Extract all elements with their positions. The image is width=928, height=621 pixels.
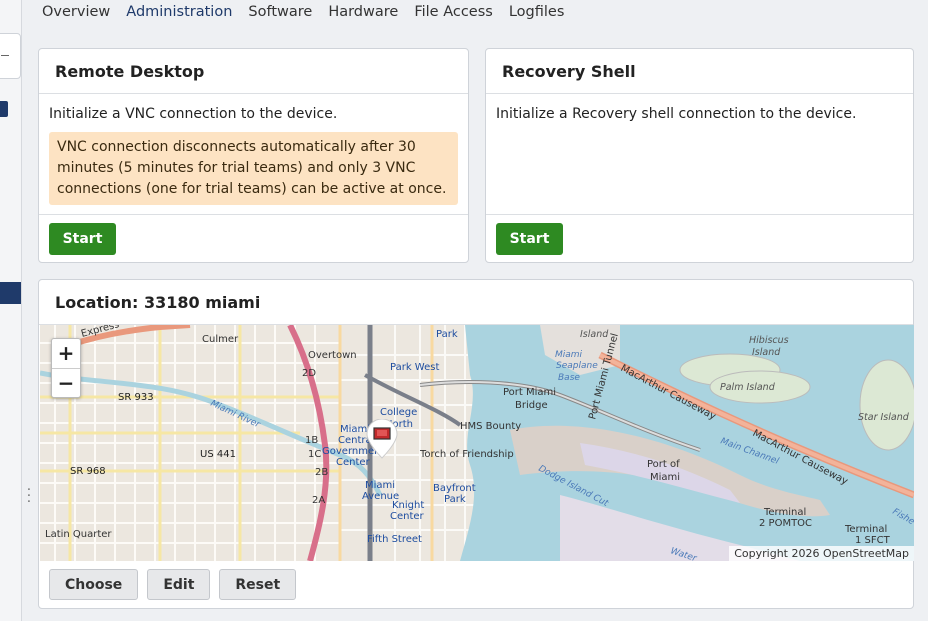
svg-text:Base: Base bbox=[558, 373, 580, 383]
svg-text:Park West: Park West bbox=[390, 362, 439, 373]
svg-text:2 POMTOC: 2 POMTOC bbox=[759, 518, 812, 529]
svg-text:1 SFCT: 1 SFCT bbox=[855, 535, 891, 546]
recovery-shell-card: Recovery Shell Initialize a Recovery she… bbox=[485, 48, 914, 263]
svg-text:1B: 1B bbox=[305, 435, 318, 446]
edit-location-button[interactable]: Edit bbox=[147, 569, 211, 600]
svg-text:Park: Park bbox=[436, 329, 458, 340]
svg-text:SR 968: SR 968 bbox=[70, 466, 106, 477]
location-title: Location: 33180 miami bbox=[39, 280, 913, 325]
svg-text:Center: Center bbox=[390, 511, 425, 522]
left-sidebar bbox=[0, 0, 22, 621]
resize-handle-icon[interactable]: · · · bbox=[26, 484, 32, 509]
zoom-in-button[interactable]: + bbox=[52, 339, 80, 368]
svg-text:Island: Island bbox=[752, 347, 781, 358]
svg-text:Overtown: Overtown bbox=[308, 350, 357, 361]
svg-text:2B: 2B bbox=[315, 467, 328, 478]
svg-text:1C: 1C bbox=[308, 449, 321, 460]
tab-file-access[interactable]: File Access bbox=[414, 4, 493, 20]
location-card: Location: 33180 miami Culmer Overtown Pa… bbox=[38, 279, 914, 609]
map-zoom-control: + − bbox=[51, 338, 81, 398]
tab-overview[interactable]: Overview bbox=[42, 4, 110, 20]
vnc-limit-notice: VNC connection disconnects automatically… bbox=[49, 132, 458, 205]
tab-bar: Overview Administration Software Hardwar… bbox=[42, 4, 564, 20]
svg-text:HMS Bounty: HMS Bounty bbox=[460, 421, 521, 432]
recovery-shell-description: Initialize a Recovery shell connection t… bbox=[496, 106, 857, 122]
recovery-shell-start-button[interactable]: Start bbox=[496, 223, 563, 255]
tab-software[interactable]: Software bbox=[248, 4, 312, 20]
svg-text:Seaplane: Seaplane bbox=[556, 361, 598, 371]
svg-text:Hibiscus: Hibiscus bbox=[749, 335, 789, 346]
svg-text:Culmer: Culmer bbox=[202, 334, 239, 345]
zoom-out-button[interactable]: − bbox=[52, 368, 80, 397]
svg-text:Knight: Knight bbox=[392, 500, 424, 511]
svg-text:Terminal: Terminal bbox=[844, 524, 887, 535]
remote-desktop-title: Remote Desktop bbox=[39, 49, 468, 94]
svg-text:Palm Island: Palm Island bbox=[720, 382, 776, 393]
svg-text:US 441: US 441 bbox=[200, 449, 236, 460]
remote-desktop-description: Initialize a VNC connection to the devic… bbox=[49, 106, 338, 122]
tab-logfiles[interactable]: Logfiles bbox=[509, 4, 565, 20]
reset-location-button[interactable]: Reset bbox=[219, 569, 297, 600]
svg-text:Bayfront: Bayfront bbox=[433, 483, 476, 494]
choose-location-button[interactable]: Choose bbox=[49, 569, 139, 600]
svg-text:Miami: Miami bbox=[365, 480, 395, 491]
svg-text:Park: Park bbox=[444, 494, 466, 505]
svg-text:Latin Quarter: Latin Quarter bbox=[45, 529, 112, 540]
collapse-button[interactable] bbox=[0, 33, 21, 79]
location-marker-icon[interactable] bbox=[365, 419, 399, 459]
active-nav-indicator[interactable] bbox=[0, 282, 21, 304]
map-tiles: Culmer Overtown Park Park West Island Mi… bbox=[40, 325, 914, 561]
recovery-shell-title: Recovery Shell bbox=[486, 49, 913, 94]
svg-text:Miami: Miami bbox=[555, 350, 583, 360]
svg-text:Island: Island bbox=[580, 329, 609, 340]
svg-text:Terminal: Terminal bbox=[763, 507, 806, 518]
svg-text:SR 933: SR 933 bbox=[118, 392, 154, 403]
svg-text:Torch of Friendship: Torch of Friendship bbox=[419, 449, 514, 460]
svg-text:Fifth Street: Fifth Street bbox=[367, 534, 422, 545]
svg-text:Star Island: Star Island bbox=[858, 412, 910, 423]
svg-text:Port Miami: Port Miami bbox=[503, 387, 556, 398]
svg-text:College: College bbox=[380, 407, 417, 418]
svg-text:Bridge: Bridge bbox=[515, 400, 548, 411]
remote-desktop-card: Remote Desktop Initialize a VNC connecti… bbox=[38, 48, 469, 263]
remote-desktop-start-button[interactable]: Start bbox=[49, 223, 116, 255]
tab-administration[interactable]: Administration bbox=[126, 4, 232, 20]
tab-hardware[interactable]: Hardware bbox=[328, 4, 398, 20]
svg-text:2D: 2D bbox=[302, 368, 316, 379]
svg-text:2A: 2A bbox=[312, 495, 325, 506]
location-map[interactable]: Culmer Overtown Park Park West Island Mi… bbox=[40, 325, 914, 561]
device-icon[interactable] bbox=[0, 101, 8, 117]
map-copyright: Copyright 2026 OpenStreetMap bbox=[729, 546, 914, 561]
svg-text:Miami: Miami bbox=[650, 472, 680, 483]
svg-text:Port of: Port of bbox=[647, 459, 680, 470]
minus-icon bbox=[1, 55, 9, 56]
